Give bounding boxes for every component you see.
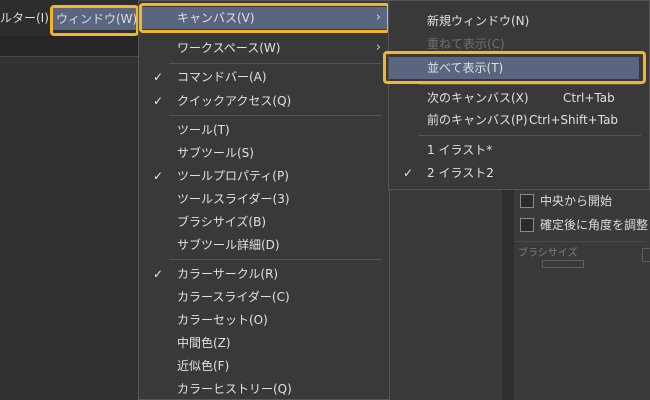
check-icon: ✓ (152, 70, 164, 84)
menu-item-label: カラースライダー(C) (177, 290, 290, 304)
menu-item-cascade[interactable]: 重ねて表示(C) (389, 33, 649, 55)
checkbox-label: 確定後に角度を調整 (540, 218, 649, 232)
menu-item-label: ツール(T) (177, 123, 230, 137)
menu-item-color-slider[interactable]: カラースライダー(C) (139, 286, 389, 308)
menu-item-label: カラーサークル(R) (177, 267, 279, 281)
menu-separator (419, 135, 641, 136)
chevron-right-icon: › (375, 40, 381, 55)
menu-item-label: 前のキャンバス(P) (427, 113, 528, 127)
menu-item-canvas[interactable]: キャンバス(V) › (139, 7, 389, 29)
menu-item-color-circle[interactable]: ✓ カラーサークル(R) (139, 263, 389, 285)
menu-item-label: クイックアクセス(Q) (177, 94, 292, 108)
menu-item-label: サブツール(S) (177, 146, 254, 160)
menu-item-label: カラーセット(O) (177, 313, 268, 327)
menu-item-label: ブラシサイズ(B) (177, 215, 266, 229)
shortcut-label: Ctrl+Shift+Tab (529, 113, 619, 127)
menu-item-label: サブツール詳細(D) (177, 238, 280, 252)
menu-item-label: 次のキャンバス(X) (427, 91, 529, 105)
menu-item-label: 1 イラスト* (427, 143, 493, 157)
menu-item-prev-canvas[interactable]: 前のキャンバス(P) Ctrl+Shift+Tab (389, 109, 649, 131)
menu-item-tile[interactable]: 並べて表示(T) (389, 57, 639, 79)
menu-item-canvas-1[interactable]: 1 イラスト* (389, 139, 649, 161)
menu-item-label: 重ねて表示(C) (427, 37, 505, 51)
menu-item-label: カラーヒストリー(Q) (177, 382, 292, 396)
menu-item-approximate-color[interactable]: 近似色(F) (139, 355, 389, 377)
check-icon: ✓ (152, 94, 164, 108)
shortcut-label: Ctrl+Tab (563, 91, 615, 105)
menu-item-label: 近似色(F) (177, 359, 230, 373)
checkbox-adjust-angle[interactable]: 確定後に角度を調整 (520, 216, 648, 234)
brush-size-slider[interactable] (542, 260, 584, 268)
canvas-submenu: 新規ウィンドウ(N) 重ねて表示(C) 並べて表示(T) 次のキャンバス(X) … (388, 0, 650, 190)
window-menu: キャンバス(V) › ワークスペース(W) › ✓ コマンドバー(A) ✓ クイ… (138, 0, 390, 400)
checkbox-icon[interactable] (520, 217, 534, 232)
menu-item-subtool[interactable]: サブツール(S) (139, 142, 389, 164)
menu-item-subtool-detail[interactable]: サブツール詳細(D) (139, 234, 389, 256)
menu-item-tool[interactable]: ツール(T) (139, 119, 389, 141)
menu-item-tool-slider[interactable]: ツールスライダー(3) (139, 188, 389, 210)
menu-item-label: キャンバス(V) (177, 11, 255, 25)
menu-item-canvas-2[interactable]: ✓ 2 イラスト2 (389, 162, 649, 184)
menu-item-label: 2 イラスト2 (427, 166, 494, 180)
check-icon: ✓ (152, 169, 164, 183)
menu-item-label: 中間色(Z) (177, 336, 231, 350)
menu-item-quick-access[interactable]: ✓ クイックアクセス(Q) (139, 90, 389, 112)
menu-item-command-bar[interactable]: ✓ コマンドバー(A) (139, 66, 389, 88)
divider (514, 241, 644, 242)
menu-item-color-history[interactable]: カラーヒストリー(Q) (139, 378, 389, 400)
menu-item-brush-size[interactable]: ブラシサイズ(B) (139, 211, 389, 233)
menu-item-label: ワークスペース(W) (177, 41, 281, 55)
tool-strip (0, 36, 138, 57)
check-icon: ✓ (402, 166, 414, 180)
checkbox-icon[interactable] (520, 193, 534, 208)
menu-separator (419, 84, 641, 85)
menu-separator (169, 63, 381, 64)
menu-window-label: ウィンドウ(W) (50, 8, 144, 30)
checkbox-start-center[interactable]: 中央から開始 (520, 192, 612, 210)
menu-item-label: コマンドバー(A) (177, 70, 267, 84)
chevron-right-icon: › (375, 10, 381, 25)
menu-separator (169, 259, 381, 260)
menu-item-intermediate-color[interactable]: 中間色(Z) (139, 332, 389, 354)
check-icon: ✓ (152, 267, 164, 281)
menu-item-label: ツールスライダー(3) (177, 192, 290, 206)
menu-item-next-canvas[interactable]: 次のキャンバス(X) Ctrl+Tab (389, 87, 649, 109)
brush-size-label: ブラシサイズ (518, 248, 578, 259)
checkbox-label: 中央から開始 (540, 194, 613, 208)
panel-strip (502, 190, 514, 400)
menu-item-label: ツールプロパティ(P) (177, 169, 289, 183)
menu-item-tool-property[interactable]: ✓ ツールプロパティ(P) (139, 165, 389, 187)
menu-item-label: 新規ウィンドウ(N) (427, 14, 530, 28)
menu-filter[interactable]: ルター(I) (0, 8, 49, 28)
menu-item-workspace[interactable]: ワークスペース(W) › (139, 37, 389, 59)
lock-icon[interactable] (642, 248, 650, 262)
menu-window[interactable]: ウィンドウ(W) (50, 4, 144, 34)
canvas-area (0, 57, 138, 400)
menu-separator (169, 115, 381, 116)
menu-item-color-set[interactable]: カラーセット(O) (139, 309, 389, 331)
menu-item-new-window[interactable]: 新規ウィンドウ(N) (389, 10, 649, 32)
menu-item-label: 並べて表示(T) (427, 61, 504, 75)
